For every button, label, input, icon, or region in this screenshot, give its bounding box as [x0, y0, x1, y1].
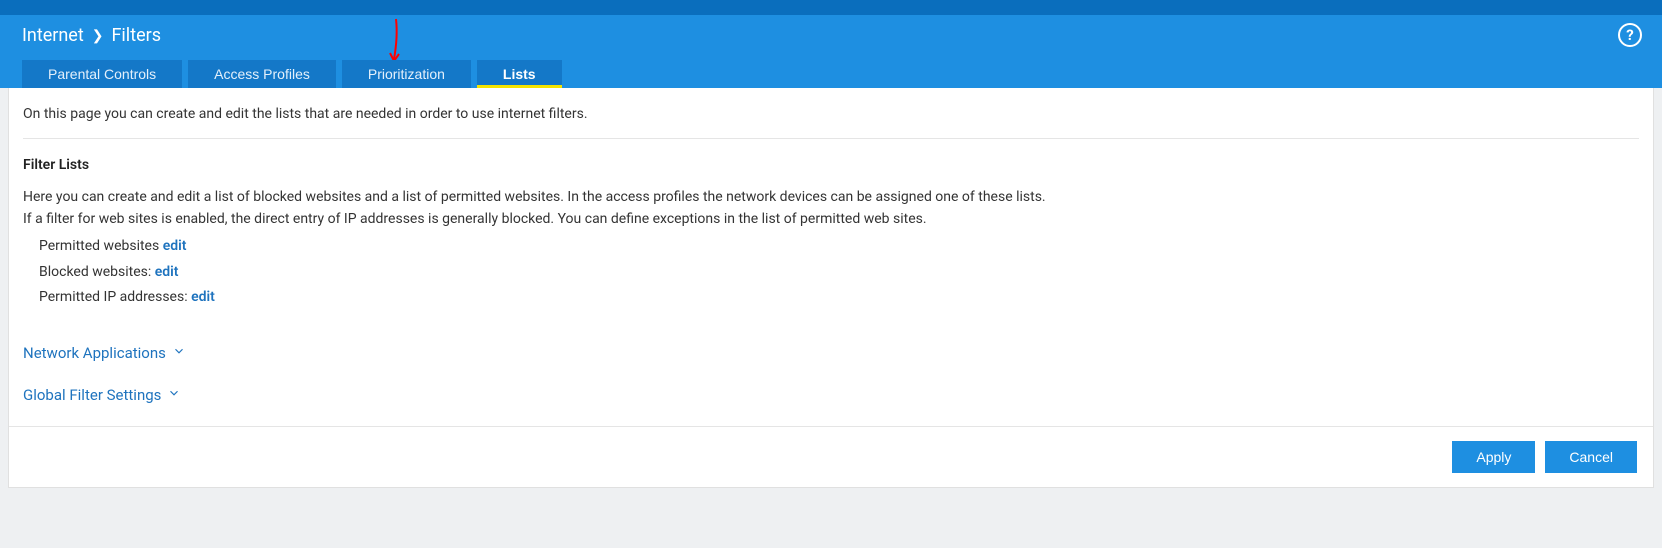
divider — [23, 138, 1639, 139]
blocked-websites-row: Blocked websites: edit — [39, 260, 1639, 285]
top-strip — [0, 0, 1662, 15]
footer: Apply Cancel — [9, 426, 1653, 487]
breadcrumb-current: Filters — [111, 25, 161, 46]
intro-text: On this page you can create and edit the… — [23, 106, 1639, 122]
filter-links: Permitted websites edit Blocked websites… — [23, 234, 1639, 310]
section-title-filter-lists: Filter Lists — [23, 157, 1639, 173]
cancel-button[interactable]: Cancel — [1545, 441, 1637, 473]
apply-button[interactable]: Apply — [1452, 441, 1535, 473]
permitted-websites-row: Permitted websites edit — [39, 234, 1639, 259]
breadcrumb-root[interactable]: Internet — [22, 25, 84, 46]
tabs: Parental Controls Access Profiles Priori… — [0, 60, 1662, 88]
collapsible-network-applications[interactable]: Network Applications — [23, 344, 1639, 362]
edit-permitted-ip[interactable]: edit — [191, 289, 215, 305]
collapsible-global-filter-settings[interactable]: Global Filter Settings — [23, 386, 1639, 404]
edit-permitted-websites[interactable]: edit — [163, 238, 187, 254]
permitted-ip-row: Permitted IP addresses: edit — [39, 285, 1639, 310]
help-icon[interactable]: ? — [1618, 23, 1642, 47]
filter-lists-desc2: If a filter for web sites is enabled, th… — [23, 209, 1639, 231]
breadcrumb: Internet ❯ Filters — [0, 15, 1662, 60]
chevron-right-icon: ❯ — [92, 28, 104, 44]
filter-lists-desc1: Here you can create and edit a list of b… — [23, 187, 1639, 209]
content: On this page you can create and edit the… — [9, 88, 1653, 426]
chevron-down-icon — [172, 344, 186, 362]
main-panel: On this page you can create and edit the… — [8, 88, 1654, 488]
tab-parental-controls[interactable]: Parental Controls — [22, 60, 182, 88]
chevron-down-icon — [167, 386, 181, 404]
page-header: Internet ❯ Filters ? Parental Controls A… — [0, 15, 1662, 88]
tab-prioritization[interactable]: Prioritization — [342, 60, 471, 88]
edit-blocked-websites[interactable]: edit — [155, 264, 179, 280]
tab-lists[interactable]: Lists — [477, 60, 562, 88]
tab-access-profiles[interactable]: Access Profiles — [188, 60, 336, 88]
